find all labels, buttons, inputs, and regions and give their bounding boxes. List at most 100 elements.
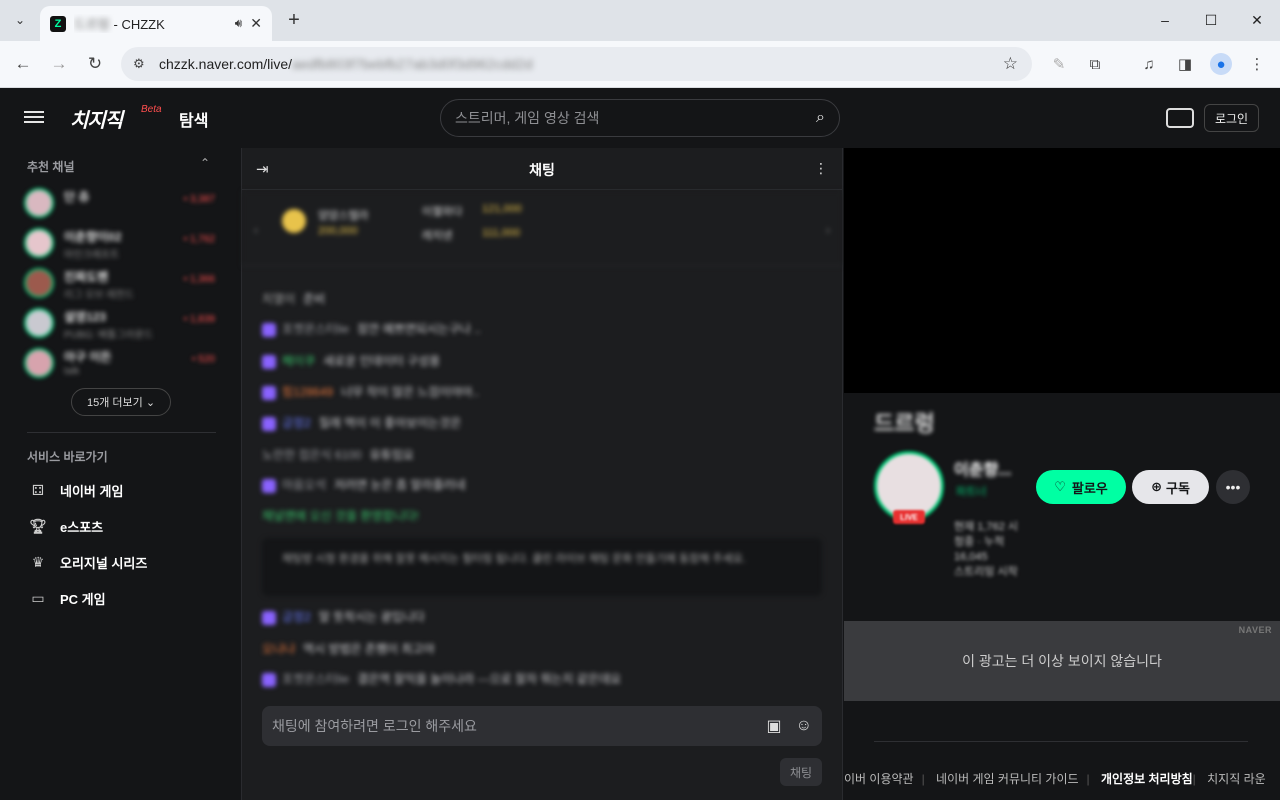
more-options-icon[interactable]: ⋮ [814,160,828,177]
subscriber-badge-icon [262,610,276,625]
avatar [24,188,54,218]
chzzk-lounge-link[interactable]: 치지직 라운 [1207,772,1266,786]
live-title: 드르렁 [874,411,935,436]
channel-item[interactable]: 진짜도펜 리그 오브 레전드 • 1,366 [24,266,219,304]
chat-message: 치열이 준비 [262,290,325,307]
chat-panel: ⇥ 채팅 ⋮ 얌얌스텔라 200,000 이젤와다 121,000 레치넨 11… [241,148,843,800]
chat-nickname[interactable]: 치열이 [262,292,295,306]
chat-nickname[interactable]: 노란한 접은식 6100 [262,448,362,462]
maximize-button[interactable]: ☐ [1188,0,1234,40]
speaker-icon[interactable]: 🔊︎ [235,16,243,31]
chat-text: 결은역 잘익을 놀이나라 ---으로 잘자 뭐는지 같은데요 [357,672,622,686]
video-player[interactable] [844,148,1280,393]
plus-circle-icon: ⊕ [1151,479,1162,494]
service-naver-game[interactable]: ⚃ 네이버 게임 [28,478,124,502]
chzzk-app: 치지직 Beta 탐색 스트리머, 게임 영상 검색 ⌕ 로그인 추천 채널 ⌃… [0,88,1280,800]
browser-tab[interactable]: Z 드르렁 - CHZZK 🔊︎ ✕ [40,6,272,41]
donation-icon[interactable]: ▣ [767,716,782,736]
chat-nickname[interactable]: 힘128649 [282,385,333,399]
separator: | [1086,772,1090,786]
back-icon[interactable]: ← [11,52,35,76]
service-original-series[interactable]: ♛ 오리지널 시리즈 [28,550,148,574]
extensions-icon[interactable]: ⧉ [1084,53,1106,75]
more-options-button[interactable]: ••• [1216,470,1250,504]
privacy-policy-link[interactable]: 개인정보 처리방침 [1101,772,1193,786]
chat-message: 헤이쿠 새로운 인데이터 구성용 [262,352,440,369]
game-icon: ⚃ [31,481,45,498]
chat-nickname[interactable]: 마음오석 [282,478,326,492]
search-input[interactable]: 스트리머, 게임 영상 검색 ⌕ [440,99,840,137]
subscriber-badge-icon [262,322,276,337]
search-icon[interactable]: ⌕ [816,109,825,127]
trophy-icon: 🏆︎ [29,517,47,534]
separator: | [1192,772,1196,786]
pen-icon[interactable]: ✎ [1048,53,1070,75]
minimize-button[interactable]: – [1142,0,1188,40]
channel-item[interactable]: 이춘향이02 마인크래프트 • 1,762 [24,226,219,264]
browser-menu-icon[interactable]: ⋮ [1246,53,1268,75]
bookmark-star-icon[interactable]: ☆ [1003,54,1018,74]
subscriber-badge-icon [262,385,276,400]
viewer-count: • 3,387 [183,194,215,205]
chat-nickname[interactable]: 채널맨에 오신 것을 환영합니다! [262,509,419,523]
subscribe-label: 구독 [1165,480,1190,496]
community-guide-link[interactable]: 네이버 게임 커뮤니티 가이드 [936,772,1078,786]
service-label: e스포츠 [60,519,104,535]
channel-item[interactable]: 아구 이든 talk • 520 [24,346,219,384]
show-more-channels-button[interactable]: 15개 더보기 ⌄ [71,388,171,416]
heart-icon: ♡ [1054,479,1066,494]
follow-button[interactable]: ♡ 팔로우 [1036,470,1126,504]
forward-icon[interactable]: → [47,52,71,76]
explore-link[interactable]: 탐색 [179,107,208,131]
menu-icon[interactable] [24,108,44,128]
close-tab-icon[interactable]: ✕ [250,15,262,32]
reload-icon[interactable]: ↻ [83,52,107,76]
channel-name: 아구 이든 [64,350,112,364]
chevron-right-icon[interactable]: › [826,223,830,237]
chat-nickname[interactable]: 긍정2 [282,610,311,624]
chat-nickname[interactable]: 헤이쿠 [282,354,315,368]
chevron-left-icon[interactable]: ‹ [254,223,258,237]
streamer-name[interactable]: 이춘향... [954,456,1012,480]
chzzk-logo[interactable]: 치지직 [70,104,123,133]
new-tab-button[interactable]: + [282,8,306,32]
chat-nickname[interactable]: 오냐냐 [262,642,295,656]
login-button[interactable]: 로그인 [1204,104,1259,132]
tab-search-icon[interactable]: ⌄ [8,8,32,32]
site-info-icon[interactable]: ⚙ [133,56,151,72]
channel-item[interactable]: 단 츄 • 3,387 [24,186,219,224]
media-control-icon[interactable]: ♫ [1138,53,1160,75]
subscriber-badge-icon [262,416,276,431]
chat-header: ⇥ 채팅 ⋮ [242,148,842,190]
channel-category: talk [64,366,80,377]
chevron-up-icon[interactable]: ⌃ [200,156,210,170]
address-bar[interactable]: ⚙ chzzk.naver.com/live/ aedfb803f7bebfb2… [121,47,1032,81]
service-esports[interactable]: 🏆︎ e스포츠 [28,514,103,538]
naver-ad-label: NAVER [1238,625,1272,635]
chat-input[interactable]: 채팅에 참여하려면 로그인 해주세요 ▣ ☺ [262,706,822,746]
chat-text: 준비 [303,292,326,306]
service-pc-game[interactable]: ▭ PC 게임 [28,586,105,610]
close-window-button[interactable]: ✕ [1234,0,1280,40]
chat-notice: 채팅방 시청 환경을 위해 잘못 메시지는 필터링 됩니다. 클린 라이브 채팅… [262,538,822,596]
viewer-count: • 1,366 [183,274,215,285]
chat-nickname[interactable]: 긍정2 [282,416,311,430]
profile-icon[interactable]: ● [1210,53,1232,75]
donation-ranking[interactable]: 얌얌스텔라 200,000 이젤와다 121,000 레치넨 111,000 ‹… [242,191,842,266]
subscriber-badge-icon [262,354,276,369]
viewer-stats: 현재 1,762 시청중 · 누적 16,045 [954,521,1018,563]
send-chat-button[interactable]: 채팅 [780,758,822,786]
terms-link[interactable]: 이버 이용약관 [844,772,914,786]
live-badge: LIVE [893,510,925,524]
footer-links: 이버 이용약관 | 네이버 게임 커뮤니티 가이드 | 개인정보 처리방침| 치지직… [844,770,1280,787]
chat-nickname[interactable]: 포켓몬스터lie [282,672,349,686]
subscribe-button[interactable]: ⊕ 구독 [1132,470,1209,504]
avatar [24,228,54,258]
channel-item[interactable]: 설영123 PUBG: 배틀그라운드 • 1,839 [24,306,219,344]
ticket-icon[interactable] [1166,108,1194,128]
search-placeholder: 스트리머, 게임 영상 검색 [455,110,600,126]
donor-amount: 200,000 [318,225,358,237]
chat-nickname[interactable]: 포켓몬스터lie [282,322,349,336]
emoji-icon[interactable]: ☺ [796,717,812,735]
side-panel-icon[interactable]: ◨ [1174,53,1196,75]
